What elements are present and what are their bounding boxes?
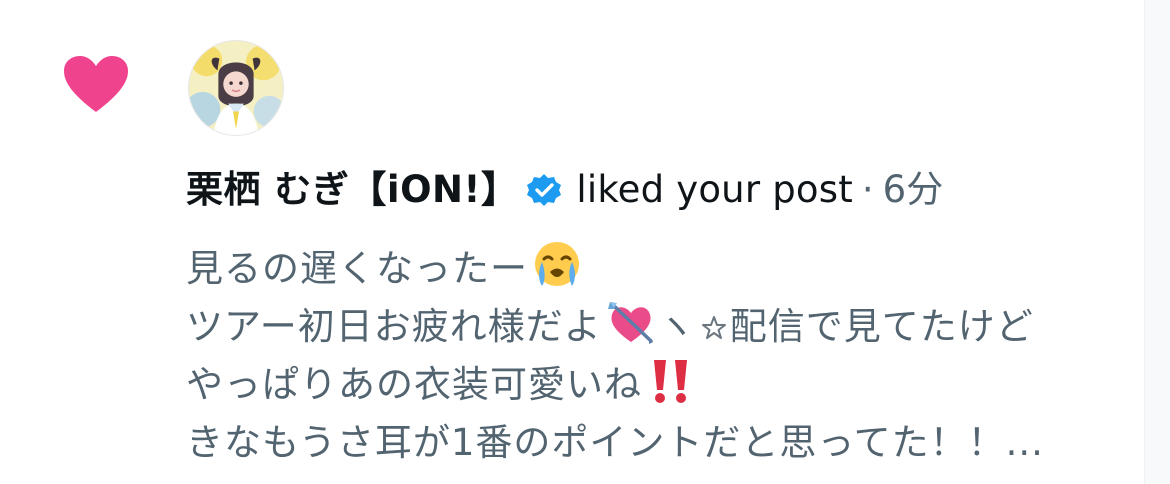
post-line-2-text-end: 配信で見てたけど [729,305,1034,348]
double-exclamation-icon [654,360,687,403]
post-line-1-text: 見るの遅くなったー [186,247,528,290]
like-notification[interactable]: 栗栖 むぎ【iON!】 liked your post · 6分 見るの遅くなっ… [0,0,1144,484]
heart-icon [64,56,128,112]
post-line-4: きなもうさ耳が1番のポイントだと思ってた！！... [186,421,1044,464]
user-name-link[interactable]: 栗栖 むぎ【iON!】 [186,164,518,216]
notification-header: 栗栖 むぎ【iON!】 liked your post · 6分 [186,164,943,216]
right-column-divider [1144,0,1170,484]
verified-badge-icon [527,174,562,206]
loudly-crying-face-icon [535,242,579,286]
timestamp[interactable]: 6分 [883,164,944,216]
post-line-2-text-start: ツアー初日お疲れ様だよ [186,305,602,348]
post-line-2-symbol: ヽ [657,305,696,348]
post-line-1: 見るの遅くなったー [186,240,1141,298]
post-line-3: やっぱりあの衣装可愛いね [186,356,1141,414]
post-preview[interactable]: 見るの遅くなったー ツアー初日お疲れ様だよ ヽ 配信で見てたけど やっぱりあの衣… [186,240,1141,472]
post-line-3-text: やっぱりあの衣装可愛いね [186,363,642,406]
user-avatar[interactable] [188,40,284,136]
star-icon [701,316,726,339]
separator-dot: · [861,168,874,211]
heart-with-arrow-icon [607,302,653,344]
notification-action-text: liked your post [576,168,853,211]
post-line-2: ツアー初日お疲れ様だよ ヽ 配信で見てたけど [186,298,1141,356]
